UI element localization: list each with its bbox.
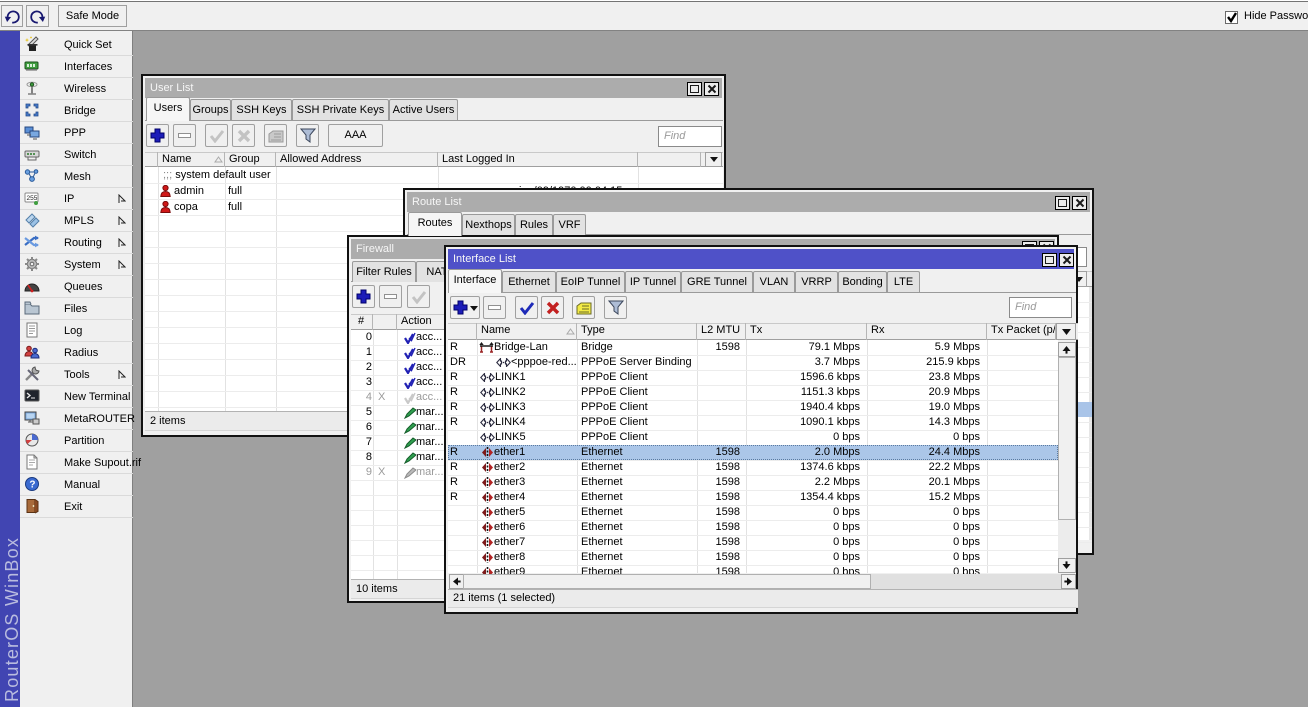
svg-text:?: ? (29, 480, 35, 491)
svg-text:255: 255 (27, 195, 38, 202)
